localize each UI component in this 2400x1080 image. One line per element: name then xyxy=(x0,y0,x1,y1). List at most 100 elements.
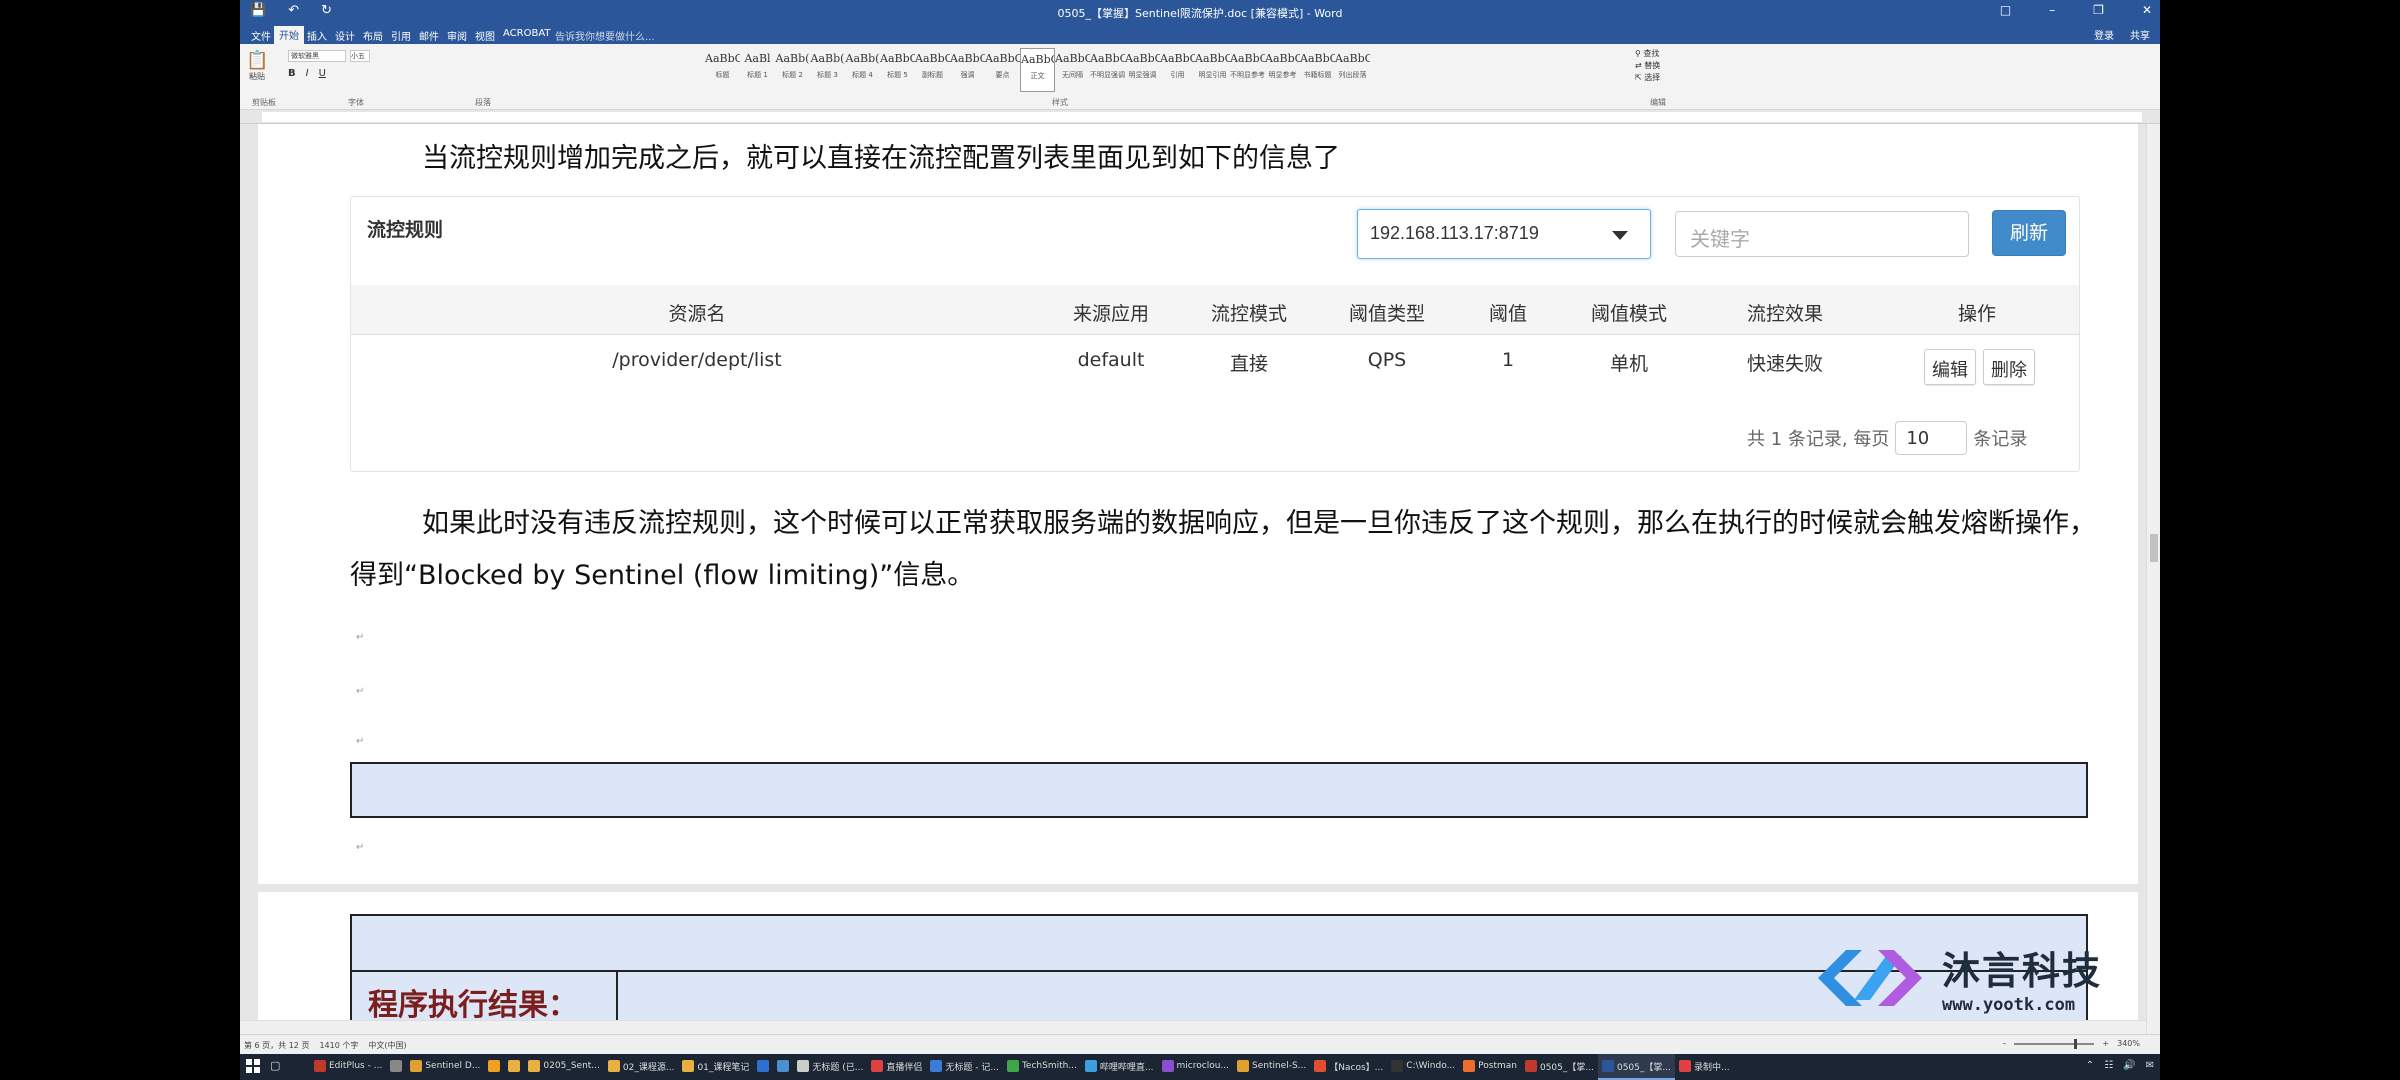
style-item[interactable]: AaBbCcD 强调 xyxy=(950,48,985,92)
volume-icon[interactable]: 🔊 xyxy=(2123,1060,2135,1071)
italic-button[interactable]: I xyxy=(306,68,309,79)
scrollbar-thumb[interactable] xyxy=(2150,534,2158,562)
style-item[interactable]: AaBbCcD 不明显参考 xyxy=(1230,48,1265,92)
tab-insert[interactable]: 插入 xyxy=(302,27,332,44)
taskbar-item[interactable] xyxy=(753,1054,773,1080)
style-item[interactable]: AaBbCcD 明显强调 xyxy=(1125,48,1160,92)
network-icon[interactable]: ☷ xyxy=(2104,1060,2113,1071)
style-item[interactable]: AaBb(标题 2 xyxy=(775,48,810,92)
tab-layout[interactable]: 布局 xyxy=(358,27,388,44)
taskbar-item[interactable]: 哔哩哔哩直... xyxy=(1081,1054,1158,1080)
style-item[interactable]: AaBbCcD 正文 xyxy=(1020,48,1055,92)
taskbar-item[interactable]: Sentinel D... xyxy=(406,1054,484,1080)
taskbar-item[interactable]: 02_课程源... xyxy=(604,1054,679,1080)
zoom-level[interactable]: 340% xyxy=(2117,1039,2140,1048)
style-item[interactable]: AaBbCcD 书籍标题 xyxy=(1300,48,1335,92)
taskbar-item[interactable]: 【Nacos】... xyxy=(1310,1054,1387,1080)
taskbar-item[interactable]: 直播伴侣 xyxy=(867,1054,926,1080)
style-item[interactable]: AaBbCcD 无间隔 xyxy=(1055,48,1090,92)
taskbar-item[interactable]: 无标题 (已... xyxy=(793,1054,867,1080)
style-item[interactable]: AaBl 标题 1 xyxy=(740,48,775,92)
watermark-name: 沐言科技 xyxy=(1942,949,2103,993)
tab-review[interactable]: 审阅 xyxy=(442,27,472,44)
cell-threshold: 1 xyxy=(1501,349,1515,371)
font-size-select[interactable]: 小五 xyxy=(350,50,370,62)
taskbar-item-label: Postman xyxy=(1478,1061,1517,1071)
bold-button[interactable]: B xyxy=(288,68,296,79)
find-button[interactable]: ⚲ 查找 xyxy=(1635,48,1660,60)
zoom-out-button[interactable]: – xyxy=(2002,1039,2006,1048)
taskbar-item[interactable]: microclou... xyxy=(1158,1054,1233,1080)
style-preview: AaBbC xyxy=(705,52,740,65)
taskbar-item[interactable] xyxy=(773,1054,793,1080)
taskbar-item[interactable]: Postman xyxy=(1459,1054,1521,1080)
underline-button[interactable]: U xyxy=(319,68,326,79)
taskbar-item[interactable]: 01_课程笔记 xyxy=(678,1054,753,1080)
tab-home[interactable]: 开始 xyxy=(274,26,304,44)
notification-icon[interactable]: ✉ xyxy=(2146,1060,2154,1071)
word-count[interactable]: 1410 个字 xyxy=(319,1040,358,1051)
style-item[interactable]: AaBbCcD 要点 xyxy=(985,48,1020,92)
paste-button[interactable]: 📋 粘贴 xyxy=(246,50,268,86)
tab-design[interactable]: 设计 xyxy=(330,27,360,44)
taskbar-item[interactable]: 0505_【掌... xyxy=(1597,1054,1675,1080)
styles-gallery: AaBbC 标题 AaBl 标题 1 AaBb(标题 2 AaBb(标题 3 AaBb(标题… xyxy=(705,48,1370,92)
yootk-logo-icon xyxy=(1818,949,1922,1006)
style-item[interactable]: AaBbCcD 列出段落 xyxy=(1335,48,1370,92)
app-icon xyxy=(508,1060,521,1072)
page-count[interactable]: 第 6 页，共 12 页 xyxy=(244,1040,309,1051)
task-view-icon[interactable]: ▢ xyxy=(270,1059,280,1072)
taskbar-item[interactable]: 0505_【掌... xyxy=(1521,1054,1598,1080)
taskbar-item[interactable]: TechSmith... xyxy=(1003,1054,1081,1080)
style-name: 明显参考 xyxy=(1268,71,1297,79)
style-item[interactable]: AaBbC 标题 xyxy=(705,48,740,92)
zoom-slider[interactable] xyxy=(2014,1038,2095,1049)
font-name-select[interactable]: 微软雅黑 xyxy=(288,50,346,62)
close-button[interactable]: ✕ xyxy=(2142,3,2152,17)
tab-references[interactable]: 引用 xyxy=(386,27,416,44)
style-item[interactable]: AaBbCcD 不明显强调 xyxy=(1090,48,1125,92)
style-item[interactable]: AaBbC 副标题 xyxy=(915,48,950,92)
pager-suffix: 条记录 xyxy=(1973,429,2028,450)
tab-mailings[interactable]: 邮件 xyxy=(414,27,444,44)
select-button[interactable]: ⇱ 选择 xyxy=(1635,72,1660,84)
windows-start-icon[interactable] xyxy=(246,1059,260,1073)
taskbar-item-label: microclou... xyxy=(1176,1061,1229,1071)
style-item[interactable]: AaBbCcD 引用 xyxy=(1160,48,1195,92)
vertical-scrollbar[interactable] xyxy=(2146,124,2160,1034)
style-item[interactable]: AaBbC 标题 5 xyxy=(880,48,915,92)
taskbar-item[interactable]: Sentinel-S... xyxy=(1233,1054,1310,1080)
code-table-cell[interactable] xyxy=(350,762,2088,818)
login-link[interactable]: 登录 xyxy=(2094,27,2114,42)
tab-view[interactable]: 视图 xyxy=(470,27,500,44)
tray-chevron-icon[interactable]: ⌃ xyxy=(2086,1060,2094,1071)
zoom-in-button[interactable]: + xyxy=(2102,1039,2109,1048)
taskbar-item[interactable] xyxy=(484,1054,504,1080)
style-item[interactable]: AaBb(标题 4 xyxy=(845,48,880,92)
taskbar-item[interactable] xyxy=(504,1054,524,1080)
minimize-button[interactable]: – xyxy=(2049,3,2055,17)
ribbon-display-icon[interactable]: □ xyxy=(2000,3,2011,17)
taskbar-item[interactable] xyxy=(386,1054,406,1080)
style-item[interactable]: AaBbCcI 明显参考 xyxy=(1265,48,1300,92)
taskbar-item[interactable]: 0205_Sent... xyxy=(524,1054,603,1080)
horizontal-scrollbar[interactable] xyxy=(240,1020,2146,1034)
style-item[interactable]: AaBb(标题 3 xyxy=(810,48,845,92)
share-button[interactable]: 共享 xyxy=(2130,27,2150,42)
zoom-slider-knob[interactable] xyxy=(2074,1038,2078,1049)
restore-button[interactable]: ❐ xyxy=(2093,3,2104,17)
tell-me-box[interactable]: 告诉我你想要做什么... xyxy=(550,27,660,44)
document-page[interactable]: 当流控规则增加完成之后，就可以直接在流控配置列表里面见到如下的信息了 流控规则 … xyxy=(258,124,2138,884)
app-icon xyxy=(682,1060,695,1072)
style-item[interactable]: AaBbCcD 明显引用 xyxy=(1195,48,1230,92)
document-page-next[interactable]: 程序执行结果： 沐言科技 www.yootk.com xyxy=(258,892,2138,1034)
replace-button[interactable]: ⇄ 替换 xyxy=(1635,60,1660,72)
style-name: 强调 xyxy=(960,71,975,79)
tab-acrobat[interactable]: ACROBAT xyxy=(498,27,556,40)
taskbar-item[interactable]: EditPlus - ... xyxy=(310,1054,386,1080)
taskbar-item[interactable]: C:\Windo... xyxy=(1387,1054,1459,1080)
taskbar-item[interactable]: 无标题 - 记... xyxy=(926,1054,1003,1080)
language-status[interactable]: 中文(中国) xyxy=(368,1040,406,1051)
taskbar-item[interactable]: 录制中... xyxy=(1675,1054,1734,1080)
tab-file[interactable]: 文件 xyxy=(246,27,276,44)
